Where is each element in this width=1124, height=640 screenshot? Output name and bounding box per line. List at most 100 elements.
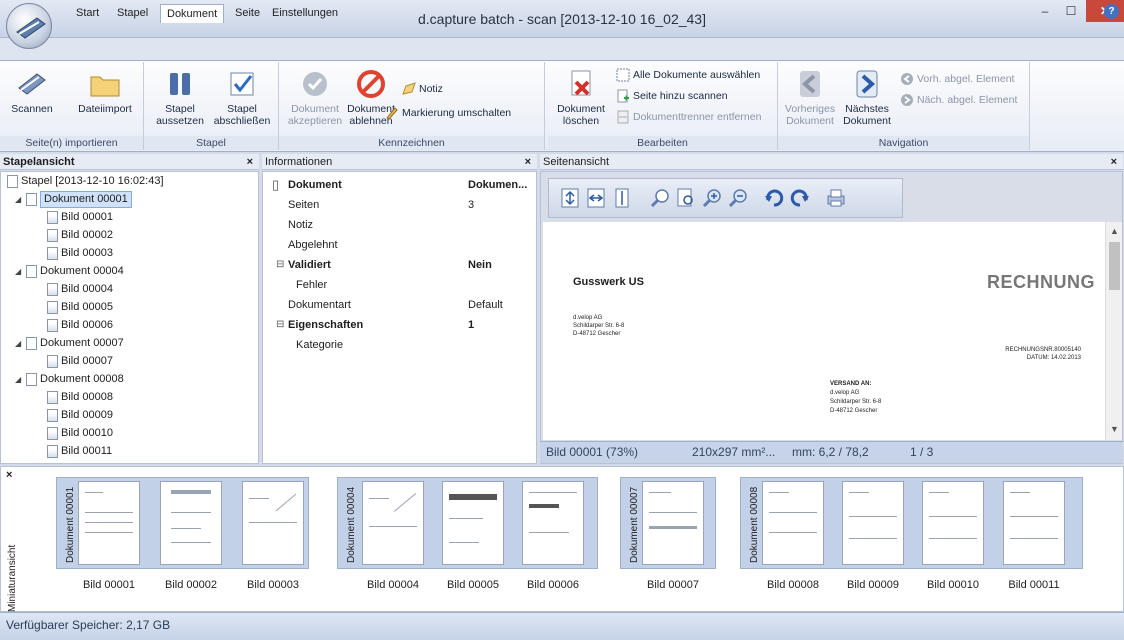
collapse-icon[interactable]: ⊟ (276, 315, 284, 335)
maximize-button[interactable]: ☐ (1058, 0, 1084, 22)
tree-document[interactable]: ◢ Dokument 00004 (15, 264, 124, 279)
tree-page[interactable]: Bild 00001 (47, 210, 113, 225)
tree-page[interactable]: Bild 00005 (47, 300, 113, 315)
close-stapel-panel-button[interactable]: × (247, 154, 253, 170)
tab-einstellungen[interactable]: Einstellungen (266, 4, 344, 22)
previous-rejected-button[interactable]: Vorh. abgel. Element (900, 72, 1014, 86)
previous-document-button[interactable]: Vorheriges Dokument (782, 68, 838, 127)
scanner-icon (15, 68, 49, 100)
zoom-out-icon[interactable] (727, 187, 749, 209)
tab-stapel[interactable]: Stapel (111, 4, 154, 22)
info-value: Nein (468, 259, 492, 271)
info-row-fehler[interactable]: Fehler (263, 275, 536, 295)
print-icon[interactable] (825, 187, 847, 209)
tree-page[interactable]: Bild 00008 (47, 390, 113, 405)
tree-page[interactable]: Bild 00007 (47, 354, 113, 369)
scan-button[interactable]: Scannen (2, 68, 62, 115)
close-batch-button[interactable]: Stapel abschließen (210, 68, 274, 127)
zoom-actual-size-icon[interactable] (649, 187, 671, 209)
help-icon[interactable]: ? (1104, 4, 1119, 19)
tree-page-label: Bild 00007 (61, 355, 113, 367)
remove-separator-button[interactable]: Dokumenttrenner entfernen (616, 110, 761, 124)
tree-page[interactable]: Bild 00009 (47, 408, 113, 423)
tree-document[interactable]: ◢ Dokument 00008 (15, 372, 124, 387)
fit-page-icon[interactable] (559, 187, 581, 209)
tree-page[interactable]: Bild 00010 (47, 426, 113, 441)
tree-page[interactable]: Bild 00006 (47, 318, 113, 333)
stapel-panel-header: Stapelansicht × (0, 154, 259, 170)
thumbnail-page[interactable] (842, 481, 904, 565)
next-rejected-button[interactable]: Näch. abgel. Element (900, 93, 1017, 107)
tree-page-label: Bild 00008 (61, 391, 113, 403)
close-page-panel-button[interactable]: × (1111, 154, 1117, 170)
tree-root[interactable]: Stapel [2013-12-10 16:02:43] (7, 174, 164, 189)
collapse-icon[interactable]: ⊟ (276, 255, 284, 275)
thumbnail-page[interactable] (1003, 481, 1065, 565)
minimize-button[interactable]: – (1032, 0, 1058, 22)
toggle-mark-button[interactable]: Markierung umschalten (385, 106, 511, 120)
close-thumbnail-panel-button[interactable]: × (6, 469, 12, 481)
info-row-validiert[interactable]: ⊟ Validiert Nein (263, 255, 536, 275)
thumbnail-page[interactable] (522, 481, 584, 565)
ribbon-group-bearbeiten: Dokument löschen Alle Dokumente auswähle… (548, 62, 778, 150)
zoom-in-icon[interactable] (701, 187, 723, 209)
info-row-abgelehnt[interactable]: Abgelehnt (263, 235, 536, 255)
thumbnail-page[interactable] (762, 481, 824, 565)
rotate-right-icon[interactable] (789, 187, 811, 209)
fit-width-icon[interactable] (585, 187, 607, 209)
thumbnail-page[interactable] (922, 481, 984, 565)
document-page[interactable]: Gusswerk US RECHNUNG d.velop AG Schildar… (543, 222, 1105, 440)
close-info-panel-button[interactable]: × (525, 154, 531, 170)
tree-page[interactable]: Bild 00003 (47, 246, 113, 261)
page-icon (47, 319, 58, 332)
thumbnail-page[interactable] (160, 481, 222, 565)
thumbnail-page[interactable] (78, 481, 140, 565)
info-row-notiz[interactable]: Notiz (263, 215, 536, 235)
select-all-documents-button[interactable]: Alle Dokumente auswählen (616, 68, 760, 82)
add-scan-page-button[interactable]: Seite hinzu scannen (616, 89, 728, 103)
tree-document[interactable]: ◢ Dokument 00007 (15, 336, 124, 351)
next-document-button[interactable]: Nächstes Dokument (842, 68, 892, 127)
thumbnail-page[interactable] (242, 481, 304, 565)
delete-document-button[interactable]: Dokument löschen (554, 68, 608, 127)
zoom-page-icon[interactable] (675, 187, 697, 209)
info-row-eigenschaften[interactable]: ⊟ Eigenschaften 1 (263, 315, 536, 335)
thumbnail-page[interactable] (362, 481, 424, 565)
info-value: Default (468, 299, 503, 311)
tree-page-label: Bild 00003 (61, 247, 113, 259)
viewer-scrollbar[interactable]: ▲ ▼ (1105, 222, 1122, 440)
info-row-seiten[interactable]: Seiten 3 (263, 195, 536, 215)
page-icon (47, 445, 58, 458)
page-panel-title: Seitenansicht (543, 156, 610, 168)
tab-start[interactable]: Start (70, 4, 105, 22)
ribbon-group-import: Scannen Dateiimport Seite(n) importieren (0, 62, 144, 150)
document-icon (26, 337, 37, 350)
accept-document-button[interactable]: Dokument akzeptieren (285, 68, 345, 127)
rotate-left-icon[interactable] (763, 187, 785, 209)
tree-document[interactable]: ◢ Dokument 00001 (15, 191, 132, 208)
thumbnail-page[interactable] (642, 481, 704, 565)
tree-document-label: Dokument 00008 (40, 373, 124, 385)
tree-document-label: Dokument 00007 (40, 337, 124, 349)
note-button[interactable]: Notiz (402, 82, 443, 96)
thumbnail-caption: Bild 00007 (647, 579, 699, 591)
app-menu-button[interactable] (6, 3, 52, 49)
scroll-down-icon[interactable]: ▼ (1110, 424, 1119, 434)
tab-dokument[interactable]: Dokument (160, 4, 225, 23)
info-row-kategorie[interactable]: Kategorie (263, 335, 536, 355)
thumbnail-page[interactable] (442, 481, 504, 565)
tab-seite[interactable]: Seite (229, 4, 266, 22)
tree-page[interactable]: Bild 00011 (47, 444, 112, 459)
scroll-up-icon[interactable]: ▲ (1110, 226, 1119, 236)
file-import-button[interactable]: Dateiimport (72, 68, 138, 115)
suspend-batch-button[interactable]: Stapel aussetzen (152, 68, 208, 127)
tree-page[interactable]: Bild 00004 (47, 282, 113, 297)
sender-address: d.velop AG Schildarper Str. 6-8 D-48712 … (573, 314, 624, 338)
info-row-dokumentart[interactable]: Dokumentart Default (263, 295, 536, 315)
scroll-thumb[interactable] (1109, 242, 1120, 290)
fit-height-icon[interactable] (611, 187, 633, 209)
note-label: Notiz (419, 83, 443, 95)
tree-page[interactable]: Bild 00002 (47, 228, 113, 243)
page-icon (47, 355, 58, 368)
info-row-dokument[interactable]: ▯ Dokument Dokumen... (263, 175, 536, 195)
